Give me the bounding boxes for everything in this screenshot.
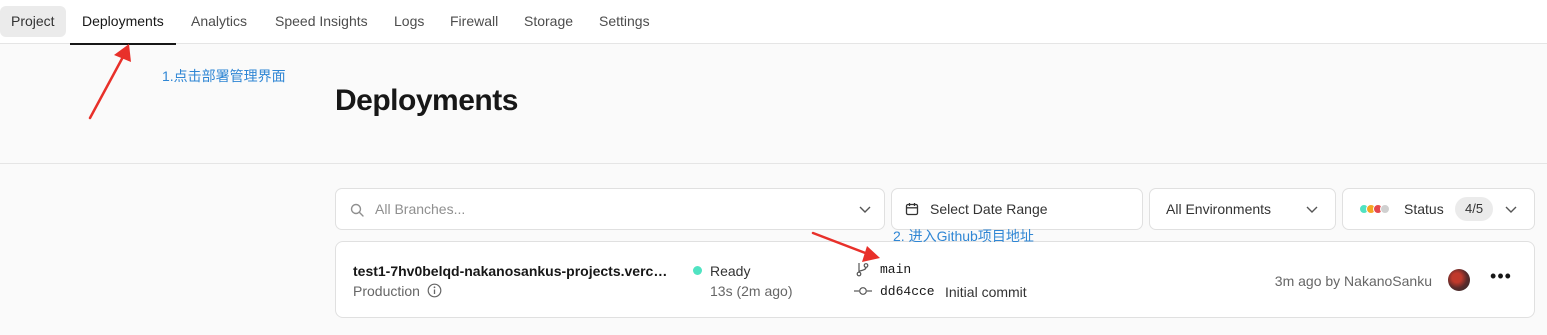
deployment-row[interactable]: test1-7hv0belqd-nakanosankus-projects.ve…	[335, 241, 1535, 318]
chevron-down-icon	[1505, 206, 1517, 213]
branch-filter-select[interactable]: All Branches...	[335, 188, 885, 230]
chevron-down-icon	[859, 206, 871, 213]
annotation-arrow-1	[88, 44, 131, 120]
status-count-badge: 4/5	[1455, 197, 1494, 221]
deployment-meta: 3m ago by NakanoSanku	[1274, 273, 1432, 289]
tab-speed-insights[interactable]: Speed Insights	[275, 0, 368, 44]
annotation-step-1: 1.点击部署管理界面	[162, 68, 286, 84]
status-filter-select[interactable]: Status 4/5	[1342, 188, 1535, 230]
more-options-button[interactable]: •••	[1488, 267, 1514, 291]
info-icon[interactable]	[427, 283, 442, 298]
deployment-environment: Production	[353, 283, 420, 299]
tab-storage[interactable]: Storage	[524, 0, 573, 44]
deployment-name-link[interactable]: test1-7hv0belqd-nakanosankus-projects.ve…	[353, 263, 675, 279]
calendar-icon	[905, 203, 919, 216]
avatar	[1448, 269, 1470, 291]
top-nav: Project Deployments Analytics Speed Insi…	[0, 0, 1547, 45]
deployment-status: Ready	[710, 263, 751, 279]
search-icon	[350, 203, 364, 217]
status-filter-label: Status	[1404, 201, 1444, 217]
date-range-label: Select Date Range	[930, 201, 1048, 217]
status-dot-icon	[693, 266, 702, 275]
environment-filter-select[interactable]: All Environments	[1149, 188, 1336, 230]
tab-logs[interactable]: Logs	[394, 0, 424, 44]
git-branch-icon	[856, 263, 869, 277]
page-title: Deployments	[335, 84, 518, 117]
date-range-button[interactable]: Select Date Range	[891, 188, 1143, 230]
chevron-down-icon	[1306, 206, 1318, 213]
git-commit-icon	[854, 287, 872, 295]
commit-message: Initial commit	[945, 284, 1027, 300]
annotation-step-2: 2. 进入Github项目地址	[893, 228, 1034, 244]
branch-filter-placeholder: All Branches...	[375, 201, 466, 217]
branch-link[interactable]: main	[880, 262, 911, 277]
environment-filter-label: All Environments	[1166, 201, 1272, 217]
tab-project[interactable]: Project	[0, 6, 66, 37]
header-divider	[0, 163, 1547, 164]
status-color-dots-icon	[1359, 204, 1393, 214]
tab-settings[interactable]: Settings	[599, 0, 650, 44]
commit-hash-link[interactable]: dd64cce	[880, 284, 935, 299]
deployment-duration: 13s (2m ago)	[710, 283, 793, 299]
tab-firewall[interactable]: Firewall	[450, 0, 498, 44]
tab-analytics[interactable]: Analytics	[191, 0, 247, 44]
tab-deployments[interactable]: Deployments	[70, 0, 176, 45]
